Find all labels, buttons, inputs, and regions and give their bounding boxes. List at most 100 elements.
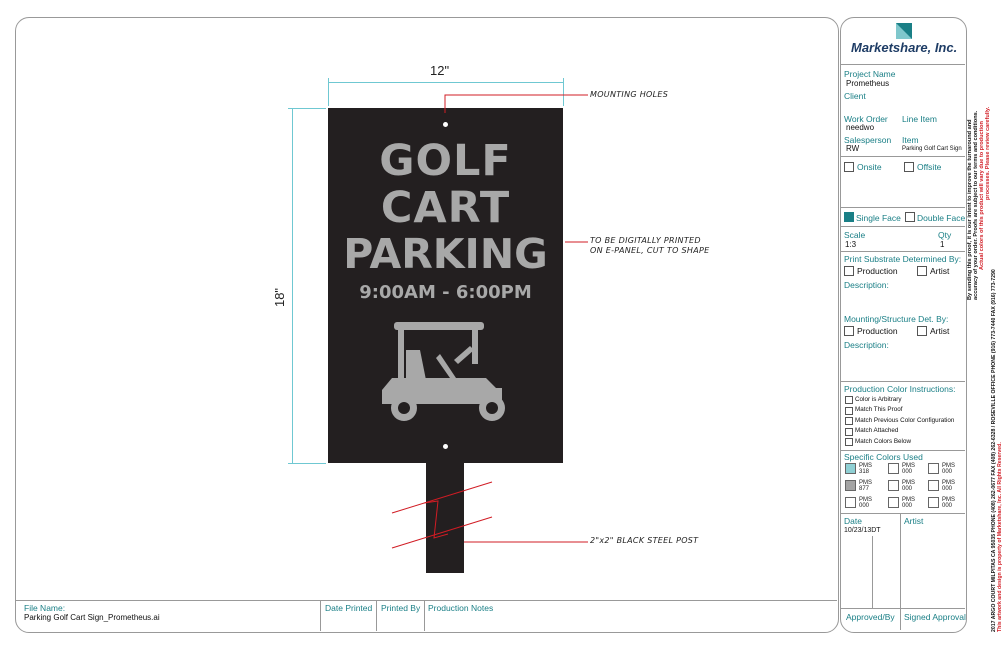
pms-swatch: [845, 480, 856, 491]
mounting-production-checkbox[interactable]: [844, 326, 854, 336]
production-notes-label: Production Notes: [428, 603, 494, 613]
footer-sep-2: [376, 600, 377, 631]
pms-swatch: [888, 480, 899, 491]
approved-by-label: Approved/By: [846, 612, 895, 622]
color-option-label: Match Colors Below: [855, 437, 911, 445]
company-name: Marketshare, Inc.: [851, 40, 958, 55]
color-option-label: Match Previous Color Configuration: [855, 416, 955, 424]
onsite-checkbox[interactable]: [844, 162, 854, 172]
pms-label: PMS 000: [902, 480, 916, 492]
file-name-value: Parking Golf Cart Sign_Prometheus.ai: [24, 613, 160, 622]
pms-label: PMS 318: [859, 463, 873, 475]
item-label: Item: [902, 135, 919, 145]
tb-div-8: [841, 513, 965, 514]
specific-colors-label: Specific Colors Used: [844, 452, 923, 462]
height-dimension-line: [292, 108, 293, 463]
substrate-production-checkbox[interactable]: [844, 266, 854, 276]
salesperson-value: RW: [846, 144, 860, 153]
signed-approval-label: Signed Approval: [904, 612, 966, 622]
scale-value: 1:3: [845, 240, 857, 249]
footer-divider: [16, 600, 837, 601]
project-name-value: Prometheus: [846, 79, 890, 88]
project-name-label: Project Name: [844, 69, 896, 79]
tb-div-7: [841, 450, 965, 451]
qty-value: 1: [940, 240, 945, 249]
pms-swatch: [928, 480, 939, 491]
title-block: [840, 17, 967, 633]
callout-lines: [444, 94, 588, 543]
color-option-checkbox[interactable]: [845, 417, 853, 425]
substrate-production-label: Production: [857, 266, 898, 276]
side-text-red-3: This artwork and design is property of M…: [997, 442, 1003, 632]
footer-sep-3: [424, 600, 425, 631]
mounting-label: Mounting/Structure Det. By:: [844, 314, 949, 324]
pms-label: PMS 877: [859, 480, 873, 492]
height-tick-top: [288, 108, 326, 109]
color-option-label: Match Attached: [855, 427, 899, 434]
tb-div-6: [841, 381, 965, 382]
mounting-artist-checkbox[interactable]: [917, 326, 927, 336]
pms-swatch: [888, 463, 899, 474]
color-option-label: Color is Arbitrary: [855, 395, 902, 403]
width-tick-left: [328, 78, 329, 106]
substrate-artist-label: Artist: [930, 266, 950, 276]
date-printed-label: Date Printed: [325, 603, 373, 613]
tb-div-4: [841, 226, 965, 227]
line-item-label: Line Item: [902, 114, 937, 124]
callout-print-line1: TO BE DIGITALLY PRINTED: [590, 236, 701, 245]
callout-mounting-holes: MOUNTING HOLES: [590, 90, 669, 99]
qty-label: Qty: [938, 230, 952, 240]
tb-div-2: [841, 156, 965, 157]
tb-div-5: [841, 251, 965, 252]
pms-swatch: [928, 497, 939, 508]
color-option-checkbox[interactable]: [845, 396, 853, 404]
tb-div-1: [841, 64, 965, 65]
pms-swatch: [928, 463, 939, 474]
offsite-checkbox[interactable]: [904, 162, 914, 172]
callout-print-line2: ON E-PANEL, CUT TO SHAPE: [590, 246, 710, 255]
mounting-artist-label: Artist: [930, 326, 950, 336]
callout-post: 2"x2" BLACK STEEL POST: [590, 536, 699, 545]
tb-div-9: [841, 608, 965, 609]
pms-label: PMS 000: [902, 463, 916, 475]
tb-div-3: [841, 207, 965, 208]
pms-swatch: [888, 497, 899, 508]
color-instructions-label: Production Color Instructions:: [844, 384, 956, 394]
company-logo-icon: [896, 23, 912, 39]
item-value: Parking Golf Cart Sign: [902, 146, 962, 152]
color-option-label: Match This Proof: [855, 406, 903, 413]
date-value: 10/23/13DT: [844, 527, 881, 534]
substrate-artist-checkbox[interactable]: [917, 266, 927, 276]
double-face-label: Double Face: [917, 213, 966, 223]
pms-label: PMS 000: [859, 497, 873, 509]
height-tick-bottom: [288, 463, 326, 464]
color-option-checkbox[interactable]: [845, 427, 853, 436]
work-order-value: needwo: [846, 123, 875, 132]
pms-swatch: [845, 497, 856, 508]
substrate-description-label: Description:: [844, 280, 889, 290]
substrate-label: Print Substrate Determined By:: [844, 254, 962, 264]
width-dimension-label: 12": [430, 63, 450, 78]
pms-swatch: [845, 463, 856, 474]
single-face-label: Single Face: [856, 213, 901, 223]
width-dimension-line: [328, 82, 563, 83]
single-face-checkbox[interactable]: [844, 212, 854, 222]
artist-column-label: Artist: [904, 516, 924, 526]
pms-label: PMS 000: [942, 463, 956, 475]
mounting-description-label: Description:: [844, 340, 889, 350]
color-option-checkbox[interactable]: [845, 406, 853, 415]
footer-sep-1: [320, 600, 321, 631]
pms-label: PMS 000: [942, 497, 956, 509]
printed-by-label: Printed By: [381, 603, 421, 613]
client-label: Client: [844, 91, 866, 101]
onsite-label: Onsite: [857, 162, 882, 172]
height-dimension-label: 18": [272, 287, 288, 308]
scale-label: Scale: [844, 230, 866, 240]
date-label: Date: [844, 516, 862, 526]
mounting-production-label: Production: [857, 326, 898, 336]
pms-label: PMS 000: [942, 480, 956, 492]
tb-date-artist-sep: [900, 513, 901, 630]
double-face-checkbox[interactable]: [905, 212, 915, 222]
color-option-checkbox[interactable]: [845, 438, 853, 446]
file-name-label: File Name:: [24, 603, 66, 613]
